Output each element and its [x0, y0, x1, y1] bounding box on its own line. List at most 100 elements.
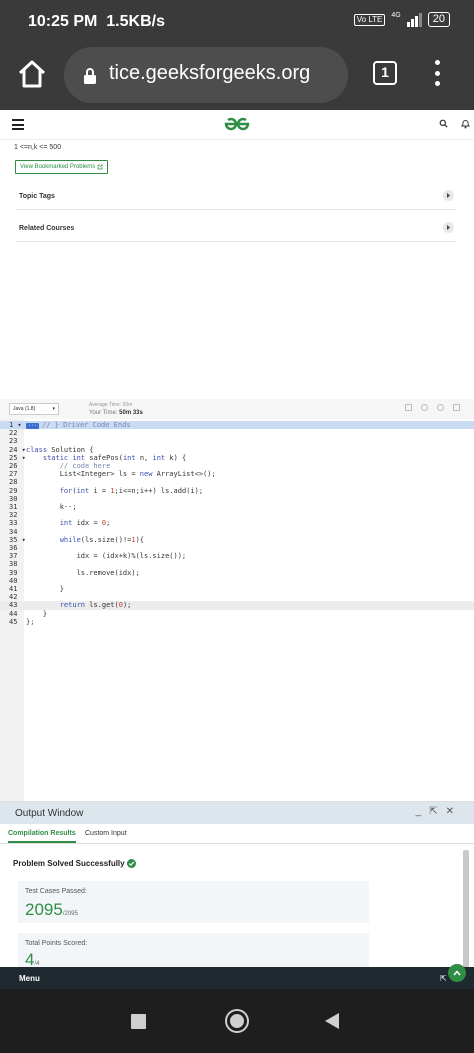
bottom-menu-bar: Menu ⇱ — [0, 964, 474, 989]
line-number: 24 ▾ — [9, 445, 26, 454]
line-number: 22 — [9, 429, 18, 438]
line-number: 35 ▾ — [9, 535, 26, 544]
code-line[interactable]: 37 idx = (idx+k)%(ls.size()); — [0, 552, 474, 560]
back-icon[interactable] — [325, 1013, 339, 1029]
line-number: 29 — [9, 486, 18, 495]
address-bar[interactable]: tice.geeksforgeeks.org — [64, 47, 348, 103]
recent-apps-icon[interactable] — [131, 1014, 146, 1029]
output-title: Output Window — [15, 808, 84, 819]
status-time: 10:25 PM 1.5KB/s — [28, 13, 165, 30]
code-text: // code here — [26, 462, 111, 470]
fullscreen-icon[interactable] — [453, 404, 460, 411]
settings-icon[interactable] — [421, 404, 428, 411]
average-time: Average Time: 20m — [89, 402, 133, 408]
language-select[interactable]: Java (1.8) ▾ — [9, 403, 59, 415]
code-line[interactable]: 42 — [0, 593, 474, 601]
check-circle-icon — [126, 859, 136, 868]
related-courses-accordion[interactable]: Related Courses — [16, 216, 456, 242]
fold-badge[interactable]: ··· — [26, 423, 40, 429]
line-number: 31 — [9, 503, 18, 511]
code-text: for(int i = 1;i<=n;i++) ls.add(i); — [59, 486, 204, 495]
code-line[interactable]: 30 — [0, 495, 474, 503]
line-number: 25 ▾ — [9, 453, 26, 462]
topic-tags-accordion[interactable]: Topic Tags — [16, 184, 456, 210]
test-cases-card: Test Cases Passed: 2095/2095 — [18, 881, 369, 923]
notification-bell-icon[interactable] — [461, 118, 470, 129]
code-line[interactable]: 38 — [0, 560, 474, 568]
reset-icon[interactable] — [437, 404, 444, 411]
tab-custom-input[interactable]: Custom Input — [85, 830, 127, 837]
line-number: 27 — [9, 470, 18, 479]
code-line[interactable]: 31 k--; — [0, 503, 474, 511]
chevron-up-icon — [453, 970, 461, 976]
url-text: tice.geeksforgeeks.org — [109, 62, 311, 84]
search-icon[interactable] — [439, 119, 448, 128]
line-number: 40 — [9, 576, 18, 585]
lock-icon — [84, 68, 96, 84]
line-number: 28 — [9, 478, 18, 487]
expand-icon[interactable]: ⇱ — [440, 974, 447, 983]
code-text: }; — [26, 617, 35, 626]
line-number: 37 — [9, 552, 18, 561]
code-line[interactable]: 40 — [0, 577, 474, 585]
home-icon[interactable] — [16, 58, 48, 90]
line-number: 23 — [9, 437, 18, 446]
code-line[interactable]: 36 — [0, 544, 474, 552]
code-line[interactable]: 22 — [0, 429, 474, 437]
code-line[interactable]: 1 ▾ ···// } Driver Code Ends — [0, 421, 474, 430]
close-icon[interactable]: ✕ — [446, 806, 454, 817]
your-time: Your Time: 50m 33s — [89, 410, 143, 416]
minimize-icon[interactable]: _ — [416, 806, 422, 817]
test-cases-value: 2095/2095 — [25, 900, 78, 919]
system-navigation-bar — [0, 989, 474, 1053]
menu-button[interactable]: Menu — [19, 974, 40, 983]
code-line[interactable]: 26 // code here — [0, 462, 474, 470]
points-card: Total Points Scored: 4/4 — [18, 933, 369, 969]
line-number: 32 — [9, 511, 18, 520]
code-line[interactable]: 25 ▾ static int safePos(int n, int k) { — [0, 454, 474, 462]
code-line[interactable]: 41 } — [0, 585, 474, 593]
code-line[interactable]: 33 int idx = 0; — [0, 519, 474, 527]
gfg-logo[interactable] — [223, 115, 251, 133]
code-line[interactable]: 44 } — [0, 610, 474, 618]
home-nav-icon[interactable] — [227, 1011, 247, 1031]
code-line[interactable]: 27 List<Integer> ls = new ArrayList<>(); — [0, 470, 474, 478]
code-line[interactable]: 43 return ls.get(0); — [0, 601, 474, 610]
line-number: 36 — [9, 544, 18, 552]
code-line[interactable]: 34 — [0, 528, 474, 536]
output-scrollbar[interactable] — [463, 850, 469, 968]
copy-icon[interactable] — [405, 404, 412, 411]
code-line[interactable]: 32 — [0, 511, 474, 519]
external-link-icon — [97, 164, 103, 170]
code-line[interactable]: 24 ▾ class Solution { — [0, 446, 474, 454]
code-text: ls.remove(idx); — [26, 568, 140, 577]
editor-toolbar: Java (1.8) ▾ Average Time: 20m Your Time:… — [0, 399, 474, 419]
code-text: idx = (idx+k)%(ls.size()); — [26, 552, 187, 561]
result-status: Problem Solved Successfully — [13, 859, 136, 868]
chevron-down-icon: ▾ — [52, 406, 55, 412]
scroll-up-button[interactable] — [448, 964, 466, 982]
line-number: 33 — [9, 519, 18, 528]
code-text: } — [26, 609, 48, 618]
code-editor[interactable]: 1 ▾ ···// } Driver Code Ends 22 23 24 ▾ class… — [0, 419, 474, 801]
code-text: class Solution { — [26, 445, 94, 454]
hamburger-menu-icon[interactable] — [12, 119, 24, 130]
more-menu-icon[interactable] — [433, 60, 441, 86]
code-line[interactable]: 28 — [0, 478, 474, 486]
line-number: 34 — [9, 527, 18, 536]
output-window: Output Window _ ⇱ ✕ Compilation Results … — [0, 801, 474, 969]
code-line[interactable]: 35 ▾ while(ls.size()!=1){ — [0, 536, 474, 544]
resize-icon[interactable]: ⇱ — [429, 806, 437, 817]
code-text: int idx = 0; — [59, 519, 111, 528]
code-line[interactable]: 45}; — [0, 618, 474, 626]
line-number: 30 — [9, 494, 18, 503]
tab-switcher-button[interactable]: 1 — [373, 61, 397, 85]
code-line[interactable]: 29 for(int i = 1;i<=n;i++) ls.add(i); — [0, 487, 474, 495]
code-line[interactable]: 23 — [0, 437, 474, 445]
line-number: 26 — [9, 462, 18, 470]
output-header: Output Window _ ⇱ ✕ — [0, 802, 474, 824]
code-line[interactable]: 39 ls.remove(idx); — [0, 569, 474, 577]
signal-icon — [406, 12, 422, 27]
tab-compilation-results[interactable]: Compilation Results — [8, 830, 76, 843]
view-bookmarked-button[interactable]: View Bookmarked Problems — [15, 160, 109, 174]
